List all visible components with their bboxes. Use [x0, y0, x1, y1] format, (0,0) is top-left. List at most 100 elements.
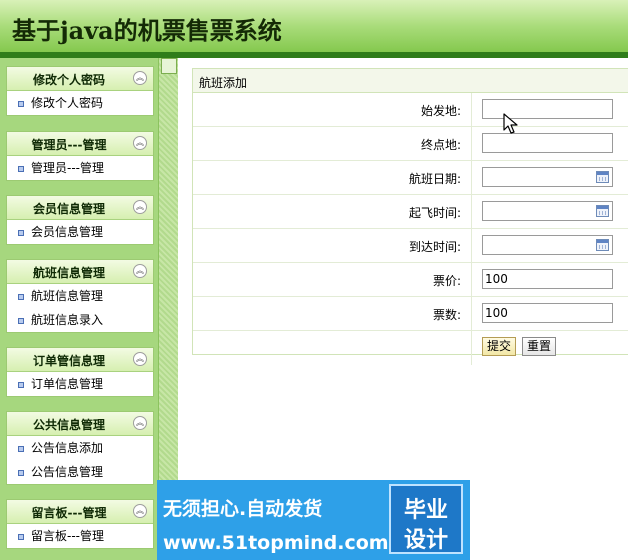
form-title: 航班添加	[199, 76, 248, 90]
sidebar-panel-admin: 管理员---管理 ︽ 管理员---管理	[6, 131, 154, 181]
bullet-icon	[18, 101, 24, 107]
sidebar-item-label: 航班信息管理	[31, 289, 104, 303]
form-row-ticket-count: 票数: 100	[193, 297, 628, 331]
app-title: 基于java的机票售票系统	[12, 16, 282, 45]
watermark-banner: 无须担心.自动发货 www.51topmind.com 毕业 设计	[157, 480, 470, 560]
field-cell: 100	[471, 263, 628, 296]
field-label: 到达时间:	[408, 240, 461, 254]
bullet-icon	[18, 166, 24, 172]
calendar-icon[interactable]	[596, 171, 609, 183]
form-row-destination: 终点地:	[193, 127, 628, 161]
sidebar-item-order-manage[interactable]: 订单信息管理	[7, 372, 153, 396]
sidebar-panel-flights: 航班信息管理 ︽ 航班信息管理 航班信息录入	[6, 259, 154, 333]
panel-header[interactable]: 航班信息管理 ︽	[7, 260, 153, 284]
bullet-icon	[18, 230, 24, 236]
price-input[interactable]: 100	[482, 269, 613, 289]
sidebar-item-change-password[interactable]: 修改个人密码	[7, 91, 153, 115]
form-title-bar: 航班添加	[193, 69, 628, 93]
collapse-icon[interactable]: ︽	[133, 504, 147, 518]
field-cell	[471, 127, 628, 160]
panel-title: 订单管信息理	[32, 354, 105, 368]
form-row-actions: 提交 重置	[193, 331, 628, 365]
sidebar-item-label: 管理员---管理	[31, 161, 104, 175]
sidebar-panel-members: 会员信息管理 ︽ 会员信息管理	[6, 195, 154, 245]
form-row-departure-time: 起飞时间:	[193, 195, 628, 229]
form-row-arrival-time: 到达时间:	[193, 229, 628, 263]
field-label: 票数:	[432, 308, 461, 322]
sidebar-item-label: 会员信息管理	[31, 225, 104, 239]
calendar-icon[interactable]	[596, 239, 609, 251]
sidebar-item-label: 公告信息添加	[31, 441, 104, 455]
flight-add-form: 航班添加 始发地: 终点地: 航班日期: 起飞时间: 到达时间: 票价: 100…	[192, 68, 628, 365]
destination-input[interactable]	[482, 133, 613, 153]
form-row-origin: 始发地:	[193, 93, 628, 127]
ticket-count-input[interactable]: 100	[482, 303, 613, 323]
sidebar-item-label: 修改个人密码	[31, 96, 104, 110]
sidebar-panel-orders: 订单管信息理 ︽ 订单信息管理	[6, 347, 154, 397]
field-label: 始发地:	[420, 104, 461, 118]
field-label: 航班日期:	[408, 172, 461, 186]
bullet-icon	[18, 382, 24, 388]
banner-url: www.51topmind.com	[163, 532, 389, 554]
panel-title: 管理员---管理	[31, 138, 107, 152]
sidebar-panel-password: 修改个人密码 ︽ 修改个人密码	[6, 66, 154, 116]
bullet-icon	[18, 446, 24, 452]
sidebar-item-label: 航班信息录入	[31, 313, 104, 327]
sidebar-item-notice-manage[interactable]: 公告信息管理	[7, 460, 153, 484]
panel-header[interactable]: 公共信息管理 ︽	[7, 412, 153, 436]
sidebar-item-member-manage[interactable]: 会员信息管理	[7, 220, 153, 244]
reset-button[interactable]: 重置	[522, 337, 557, 356]
panel-header[interactable]: 订单管信息理 ︽	[7, 348, 153, 372]
sidebar-item-flight-manage[interactable]: 航班信息管理	[7, 284, 153, 308]
field-label: 终点地:	[420, 138, 461, 152]
field-label: 票价:	[432, 274, 461, 288]
submit-button[interactable]: 提交	[482, 337, 517, 356]
flight-date-input[interactable]	[482, 167, 613, 187]
badge-text-top: 毕业	[403, 498, 448, 523]
field-cell: 100	[471, 297, 628, 330]
panel-title: 会员信息管理	[32, 202, 105, 216]
panel-title: 修改个人密码	[32, 73, 105, 87]
sidebar-item-label: 订单信息管理	[31, 377, 104, 391]
badge-text-bottom: 设计	[403, 528, 448, 553]
field-cell	[471, 195, 628, 228]
field-cell	[471, 229, 628, 262]
sidebar-collapse-handle[interactable]	[161, 58, 177, 74]
collapse-icon[interactable]: ︽	[133, 416, 147, 430]
panel-header[interactable]: 管理员---管理 ︽	[7, 132, 153, 156]
calendar-icon[interactable]	[596, 205, 609, 217]
panel-title: 留言板---管理	[31, 506, 107, 520]
bullet-icon	[18, 318, 24, 324]
field-label: 起飞时间:	[408, 206, 461, 220]
banner-badge: 毕业 设计	[389, 484, 463, 554]
arrival-time-input[interactable]	[482, 235, 613, 255]
panel-header[interactable]: 留言板---管理 ︽	[7, 500, 153, 524]
mouse-cursor-icon	[503, 113, 518, 134]
sidebar-item-notice-add[interactable]: 公告信息添加	[7, 436, 153, 460]
sidebar-item-message-manage[interactable]: 留言板---管理	[7, 524, 153, 548]
app-header: 基于java的机票售票系统	[0, 0, 628, 58]
collapse-icon[interactable]: ︽	[133, 264, 147, 278]
collapse-icon[interactable]: ︽	[133, 352, 147, 366]
actions-cell: 提交 重置	[471, 331, 628, 365]
form-row-flight-date: 航班日期:	[193, 161, 628, 195]
bullet-icon	[18, 470, 24, 476]
field-cell	[471, 161, 628, 194]
sidebar-item-admin-manage[interactable]: 管理员---管理	[7, 156, 153, 180]
sidebar-item-label: 留言板---管理	[31, 529, 104, 543]
panel-header[interactable]: 修改个人密码 ︽	[7, 67, 153, 91]
bullet-icon	[18, 534, 24, 540]
origin-input[interactable]	[482, 99, 613, 119]
panel-title: 公共信息管理	[32, 418, 105, 432]
collapse-icon[interactable]: ︽	[133, 200, 147, 214]
departure-time-input[interactable]	[482, 201, 613, 221]
bullet-icon	[18, 294, 24, 300]
collapse-icon[interactable]: ︽	[133, 71, 147, 85]
panel-header[interactable]: 会员信息管理 ︽	[7, 196, 153, 220]
sidebar-item-flight-entry[interactable]: 航班信息录入	[7, 308, 153, 332]
sidebar-item-label: 公告信息管理	[31, 465, 104, 479]
collapse-icon[interactable]: ︽	[133, 136, 147, 150]
sidebar-panel-messages: 留言板---管理 ︽ 留言板---管理	[6, 499, 154, 549]
field-cell	[471, 93, 628, 126]
form-row-price: 票价: 100	[193, 263, 628, 297]
